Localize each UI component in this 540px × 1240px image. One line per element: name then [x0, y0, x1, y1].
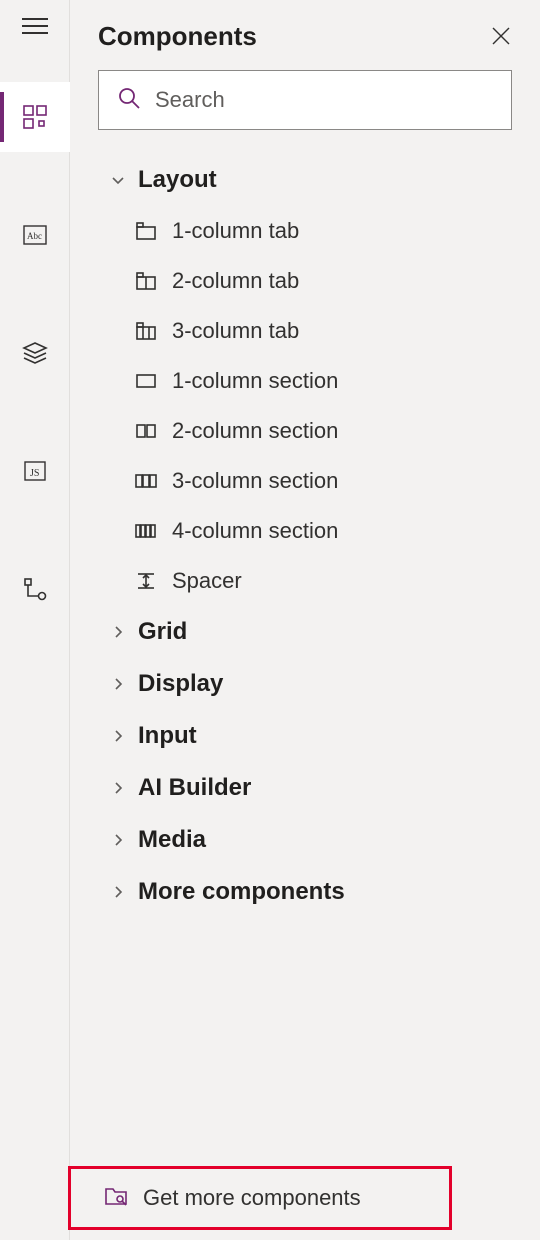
- nav-item-layers[interactable]: [0, 318, 70, 388]
- sec-1-icon: [134, 369, 158, 393]
- search-box[interactable]: [98, 70, 512, 130]
- tab-2-icon: [134, 269, 158, 293]
- panel-header: Components: [98, 8, 512, 64]
- item-label: 4-column section: [172, 518, 338, 544]
- layers-icon: [22, 340, 48, 366]
- group-header-media[interactable]: Media: [98, 814, 512, 866]
- nav-item-components[interactable]: [0, 82, 70, 152]
- panel-title: Components: [98, 21, 257, 52]
- chevron-right-icon: [110, 780, 126, 796]
- folder-search-icon: [103, 1183, 129, 1214]
- group-header-grid[interactable]: Grid: [98, 606, 512, 658]
- nav-item-flow[interactable]: [0, 554, 70, 624]
- tab-1-icon: [134, 219, 158, 243]
- close-button[interactable]: [490, 25, 512, 47]
- group-label: Input: [138, 722, 197, 750]
- nav-item-abc[interactable]: Abc: [0, 200, 70, 270]
- tree-item-1-column-tab[interactable]: 1-column tab: [134, 206, 512, 256]
- search-icon: [117, 86, 141, 115]
- group-label: Layout: [138, 166, 217, 194]
- tree-item-spacer[interactable]: Spacer: [134, 556, 512, 606]
- group-header-display[interactable]: Display: [98, 658, 512, 710]
- tree-item-2-column-section[interactable]: 2-column section: [134, 406, 512, 456]
- chevron-right-icon: [110, 884, 126, 900]
- item-label: Spacer: [172, 568, 242, 594]
- item-label: 2-column section: [172, 418, 338, 444]
- flow-icon: [22, 576, 48, 602]
- chevron-right-icon: [110, 624, 126, 640]
- tree-item-3-column-tab[interactable]: 3-column tab: [134, 306, 512, 356]
- nav-rail: Abc JS: [0, 0, 70, 1240]
- item-label: 3-column tab: [172, 318, 299, 344]
- group-header-ai-builder[interactable]: AI Builder: [98, 762, 512, 814]
- tree-item-4-column-section[interactable]: 4-column section: [134, 506, 512, 556]
- tree-item-3-column-section[interactable]: 3-column section: [134, 456, 512, 506]
- chevron-right-icon: [110, 728, 126, 744]
- chevron-right-icon: [110, 832, 126, 848]
- svg-text:Abc: Abc: [27, 231, 42, 241]
- item-label: 1-column tab: [172, 218, 299, 244]
- item-label: 3-column section: [172, 468, 338, 494]
- group-header-input[interactable]: Input: [98, 710, 512, 762]
- chevron-right-icon: [110, 676, 126, 692]
- group-label: Grid: [138, 618, 187, 646]
- svg-text:JS: JS: [30, 468, 39, 479]
- sec-3-icon: [134, 469, 158, 493]
- spacer-icon: [134, 569, 158, 593]
- component-tree: Layout 1-column tab 2-column tab 3-column t…: [98, 154, 512, 1240]
- group-header-more-components[interactable]: More components: [98, 866, 512, 918]
- group-label: More components: [138, 878, 345, 906]
- tab-3-icon: [134, 319, 158, 343]
- sec-4-icon: [134, 519, 158, 543]
- chevron-down-icon: [110, 172, 126, 188]
- item-label: 2-column tab: [172, 268, 299, 294]
- tree-item-1-column-section[interactable]: 1-column section: [134, 356, 512, 406]
- group-label: AI Builder: [138, 774, 251, 802]
- abc-icon: Abc: [22, 222, 48, 248]
- footer-label: Get more components: [143, 1185, 361, 1211]
- tree-item-2-column-tab[interactable]: 2-column tab: [134, 256, 512, 306]
- group-header-layout[interactable]: Layout: [98, 154, 512, 206]
- hamburger-menu-button[interactable]: [22, 18, 48, 34]
- components-panel: Components Layout 1-column tab 2-column ta…: [70, 0, 540, 1240]
- group-items-layout: 1-column tab 2-column tab 3-column tab 1-co…: [98, 206, 512, 606]
- sec-2-icon: [134, 419, 158, 443]
- js-icon: JS: [22, 458, 48, 484]
- nav-item-js[interactable]: JS: [0, 436, 70, 506]
- get-more-components-button[interactable]: Get more components: [68, 1166, 452, 1230]
- group-label: Display: [138, 670, 223, 698]
- components-icon: [21, 103, 49, 131]
- group-label: Media: [138, 826, 206, 854]
- search-input[interactable]: [155, 87, 493, 113]
- item-label: 1-column section: [172, 368, 338, 394]
